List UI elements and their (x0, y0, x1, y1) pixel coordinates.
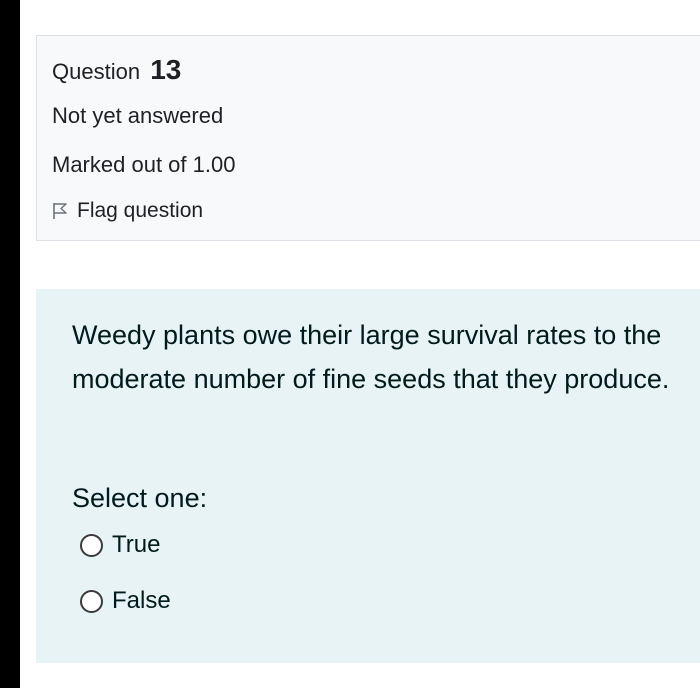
question-number-heading: Question 13 (52, 54, 181, 86)
answer-option-true[interactable]: True (80, 531, 160, 559)
question-text: Weedy plants owe their large survival ra… (72, 320, 670, 394)
answer-prompt: Select one: (72, 483, 208, 513)
answer-option-false[interactable]: False (80, 587, 171, 615)
question-info-panel: Question 13 Not yet answered Marked out … (36, 35, 700, 241)
question-grade: Marked out of 1.00 (52, 152, 236, 177)
radio-false[interactable] (80, 589, 103, 613)
question-label: Question (52, 59, 141, 84)
left-edge-bar (0, 0, 20, 688)
question-content-panel: Weedy plants owe their large survival ra… (36, 289, 700, 663)
answer-option-true-label: True (112, 531, 161, 558)
answer-option-false-label: False (112, 587, 171, 614)
question-number: 13 (150, 54, 182, 85)
flag-question-label: Flag question (77, 199, 204, 222)
question-state: Not yet answered (52, 103, 224, 128)
flag-question-link[interactable]: Flag question (52, 199, 203, 223)
flag-icon (53, 203, 67, 219)
radio-true[interactable] (80, 533, 103, 557)
